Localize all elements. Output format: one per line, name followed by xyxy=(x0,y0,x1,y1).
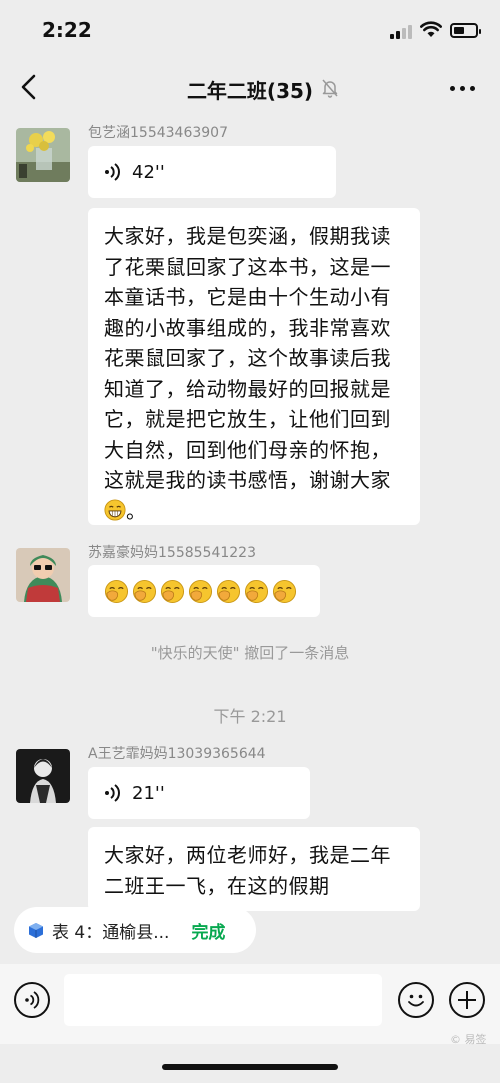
facepalm-emoji-icon xyxy=(188,579,213,603)
facepalm-emoji-icon xyxy=(160,579,185,603)
input-bar xyxy=(0,964,500,1044)
voice-message-bubble[interactable]: 21'' xyxy=(88,767,310,819)
more-dots-icon[interactable] xyxy=(448,84,478,94)
signal-icon xyxy=(390,23,412,39)
message-input[interactable] xyxy=(64,974,382,1026)
form-chip[interactable]: 表 4：通榆县... 完成 xyxy=(14,907,256,953)
watermark: © 易签 xyxy=(450,1033,487,1046)
chat-title: 二年二班(35) xyxy=(186,79,314,103)
chat-header: 二年二班(35) xyxy=(0,60,500,116)
text-message-bubble[interactable]: 大家好，两位老师好，我是二年二班王一飞，在这的假期 xyxy=(88,827,420,911)
facepalm-emoji-icon xyxy=(216,579,241,603)
text-message-bubble[interactable]: 大家好，我是包奕涵，假期我读了花栗鼠回家了这本书，这是一本童话书，它是由十个生动… xyxy=(88,208,420,525)
complete-button[interactable]: 完成 xyxy=(191,918,225,943)
home-indicator xyxy=(162,1064,338,1070)
bell-off-icon xyxy=(322,79,338,98)
message-text: 大家好，两位老师好，我是二年二班王一飞，在这的假期 xyxy=(104,843,391,898)
avatar[interactable] xyxy=(16,128,70,182)
facepalm-emoji-icon xyxy=(244,579,269,603)
facepalm-emoji-icon xyxy=(104,579,129,603)
avatar[interactable] xyxy=(16,749,70,803)
sender-name: A王艺霏妈妈13039365644 xyxy=(88,746,266,762)
status-bar: 2:22 xyxy=(0,0,500,60)
facepalm-emoji-icon xyxy=(132,579,157,603)
voice-message-bubble[interactable]: 42'' xyxy=(88,146,336,198)
plus-icon[interactable] xyxy=(449,982,485,1018)
time-divider: 下午 2:21 xyxy=(213,707,287,726)
message-text: 大家好，我是包奕涵，假期我读了花栗鼠回家了这本书，这是一本童话书，它是由十个生动… xyxy=(104,224,391,492)
status-time: 2:22 xyxy=(42,18,92,42)
form-chip-label: 表 4：通榆县... xyxy=(52,922,170,943)
battery-icon xyxy=(450,23,481,38)
avatar[interactable] xyxy=(16,548,70,602)
voice-duration: 21'' xyxy=(132,782,165,804)
voice-duration: 42'' xyxy=(132,161,165,183)
cube-icon xyxy=(29,922,43,938)
voice-wave-icon xyxy=(25,991,40,1009)
emoji-message-bubble[interactable] xyxy=(88,565,320,617)
facepalm-emoji-icon xyxy=(272,579,297,603)
sender-name: 苏嘉豪妈妈15585541223 xyxy=(88,545,256,561)
grin-emoji-icon xyxy=(104,498,126,521)
voice-wave-icon xyxy=(105,784,120,802)
wifi-icon xyxy=(420,21,442,37)
message-text-end: 。 xyxy=(126,498,147,523)
recall-notice: "快乐的天使" 撤回了一条消息 xyxy=(150,644,350,662)
voice-input-button[interactable] xyxy=(14,982,50,1018)
voice-wave-icon xyxy=(105,163,120,181)
smile-icon[interactable] xyxy=(398,982,434,1018)
sender-name: 包艺涵15543463907 xyxy=(88,125,228,141)
